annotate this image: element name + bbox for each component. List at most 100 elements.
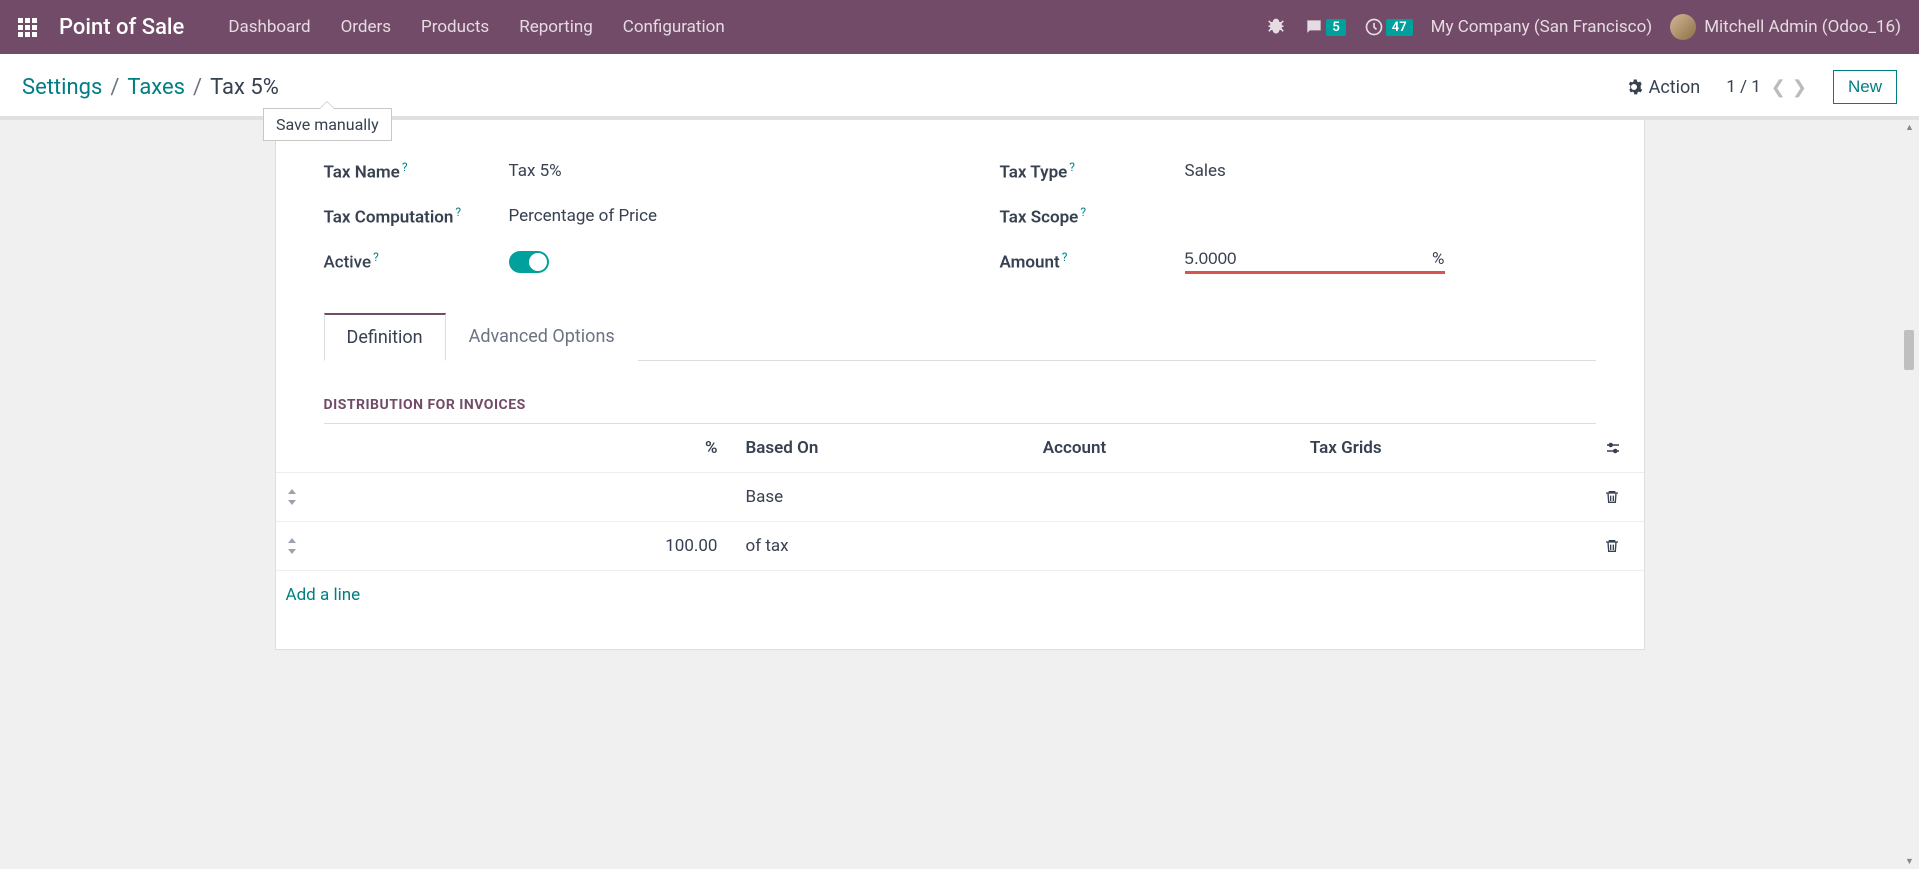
control-panel: Settings / Taxes / Tax 5% Action 1 / 1 ❮… [0, 54, 1919, 116]
field-tax-name: Tax Name? Tax 5% [324, 160, 920, 183]
debug-icon[interactable] [1266, 17, 1286, 37]
cell-account[interactable] [1033, 522, 1300, 571]
cell-tax-grids[interactable] [1300, 522, 1594, 571]
label-tax-name: Tax Name? [324, 160, 509, 183]
value-amount-wrapper: % [1185, 249, 1445, 274]
top-nav: Point of Sale Dashboard Orders Products … [0, 0, 1919, 54]
cell-pct[interactable] [326, 473, 736, 522]
breadcrumb-taxes[interactable]: Taxes [127, 75, 185, 100]
nav-products[interactable]: Products [409, 11, 501, 43]
user-name: Mitchell Admin (Odoo_16) [1704, 17, 1901, 37]
label-tax-computation: Tax Computation? [324, 205, 509, 228]
help-icon[interactable]: ? [373, 250, 379, 264]
activities-badge: 47 [1386, 19, 1413, 36]
pager-next[interactable]: ❯ [1792, 77, 1807, 98]
pager-prev[interactable]: ❮ [1771, 77, 1786, 98]
activities-icon[interactable]: 47 [1364, 17, 1413, 37]
input-amount[interactable] [1185, 249, 1335, 269]
col-account: Account [1033, 424, 1300, 473]
field-tax-type: Tax Type? Sales [1000, 160, 1596, 183]
trash-icon [1604, 489, 1620, 505]
breadcrumb-sep: / [110, 75, 119, 100]
col-percent: % [326, 424, 736, 473]
section-distribution-title: DISTRIBUTION FOR INVOICES [324, 397, 1596, 424]
trash-icon [1604, 538, 1620, 554]
form-wrapper: Tax Name? Tax 5% Tax Type? Sales Tax Com… [0, 116, 1919, 690]
table-row[interactable]: 100.00 of tax [276, 522, 1644, 571]
scroll-up-icon[interactable]: ▲ [1905, 122, 1914, 133]
cell-tax-grids[interactable] [1300, 473, 1594, 522]
drag-handle[interactable] [276, 473, 326, 522]
apps-icon[interactable] [18, 18, 37, 37]
table-row[interactable]: Base [276, 473, 1644, 522]
sliders-icon [1604, 439, 1622, 457]
breadcrumb: Settings / Taxes / Tax 5% [22, 75, 279, 100]
breadcrumb-current: Tax 5% [210, 75, 279, 100]
label-active: Active? [324, 250, 509, 273]
col-settings[interactable] [1594, 424, 1644, 473]
sort-icon [286, 489, 298, 505]
amount-suffix: % [1432, 249, 1444, 269]
pager-count[interactable]: 1 / 1 [1726, 77, 1761, 97]
delete-row[interactable] [1594, 522, 1644, 571]
value-tax-name[interactable]: Tax 5% [509, 161, 920, 181]
control-panel-right: Action 1 / 1 ❮ ❯ New [1625, 70, 1897, 104]
col-tax-grids: Tax Grids [1300, 424, 1594, 473]
delete-row[interactable] [1594, 473, 1644, 522]
add-line-row: Add a line [276, 571, 1644, 620]
cell-based-on[interactable]: Base [736, 473, 1033, 522]
company-switcher[interactable]: My Company (San Francisco) [1431, 17, 1653, 37]
action-menu[interactable]: Action [1625, 77, 1701, 98]
cell-pct[interactable]: 100.00 [326, 522, 736, 571]
field-tax-scope: Tax Scope? [1000, 205, 1596, 228]
tab-advanced-options[interactable]: Advanced Options [446, 313, 638, 361]
cell-based-on[interactable]: of tax [736, 522, 1033, 571]
nav-dashboard[interactable]: Dashboard [216, 11, 322, 43]
form-sheet: Tax Name? Tax 5% Tax Type? Sales Tax Com… [275, 120, 1645, 650]
user-menu[interactable]: Mitchell Admin (Odoo_16) [1670, 14, 1901, 40]
label-tax-type: Tax Type? [1000, 160, 1185, 183]
breadcrumb-settings[interactable]: Settings [22, 75, 102, 100]
breadcrumb-sep: / [193, 75, 202, 100]
help-icon[interactable]: ? [1069, 160, 1075, 174]
col-based-on: Based On [736, 424, 1033, 473]
scroll-thumb[interactable] [1904, 330, 1914, 370]
nav-orders[interactable]: Orders [329, 11, 403, 43]
nav-reporting[interactable]: Reporting [507, 11, 605, 43]
value-tax-type[interactable]: Sales [1185, 161, 1596, 181]
messages-icon[interactable]: 5 [1304, 17, 1345, 37]
help-icon[interactable]: ? [455, 205, 461, 219]
scroll-down-icon[interactable]: ▼ [1905, 856, 1914, 867]
add-line-link[interactable]: Add a line [286, 585, 361, 605]
nav-right: 5 47 My Company (San Francisco) Mitchell… [1266, 14, 1901, 40]
messages-badge: 5 [1326, 19, 1345, 36]
help-icon[interactable]: ? [1062, 250, 1068, 264]
value-tax-computation[interactable]: Percentage of Price [509, 206, 920, 226]
help-icon[interactable]: ? [1080, 205, 1086, 219]
pager: 1 / 1 ❮ ❯ [1726, 77, 1807, 98]
save-tooltip: Save manually [263, 108, 392, 141]
field-tax-computation: Tax Computation? Percentage of Price [324, 205, 920, 228]
label-tax-scope: Tax Scope? [1000, 205, 1185, 228]
field-active: Active? [324, 249, 920, 274]
col-handle [276, 424, 326, 473]
tab-definition[interactable]: Definition [324, 313, 446, 361]
tabs: Definition Advanced Options [324, 312, 1596, 361]
toggle-active[interactable] [509, 251, 549, 273]
drag-handle[interactable] [276, 522, 326, 571]
help-icon[interactable]: ? [402, 160, 408, 174]
gear-icon [1625, 78, 1643, 96]
label-amount: Amount? [1000, 250, 1185, 273]
form-grid: Tax Name? Tax 5% Tax Type? Sales Tax Com… [324, 160, 1596, 274]
nav-links: Dashboard Orders Products Reporting Conf… [216, 11, 736, 43]
nav-configuration[interactable]: Configuration [611, 11, 737, 43]
scrollbar[interactable]: ▲ ▼ [1902, 120, 1916, 869]
new-button[interactable]: New [1833, 70, 1897, 104]
sort-icon [286, 538, 298, 554]
cell-account[interactable] [1033, 473, 1300, 522]
action-label: Action [1649, 77, 1701, 98]
app-brand[interactable]: Point of Sale [59, 15, 184, 40]
avatar [1670, 14, 1696, 40]
distribution-table: % Based On Account Tax Grids Base [276, 424, 1644, 619]
field-amount: Amount? % [1000, 249, 1596, 274]
